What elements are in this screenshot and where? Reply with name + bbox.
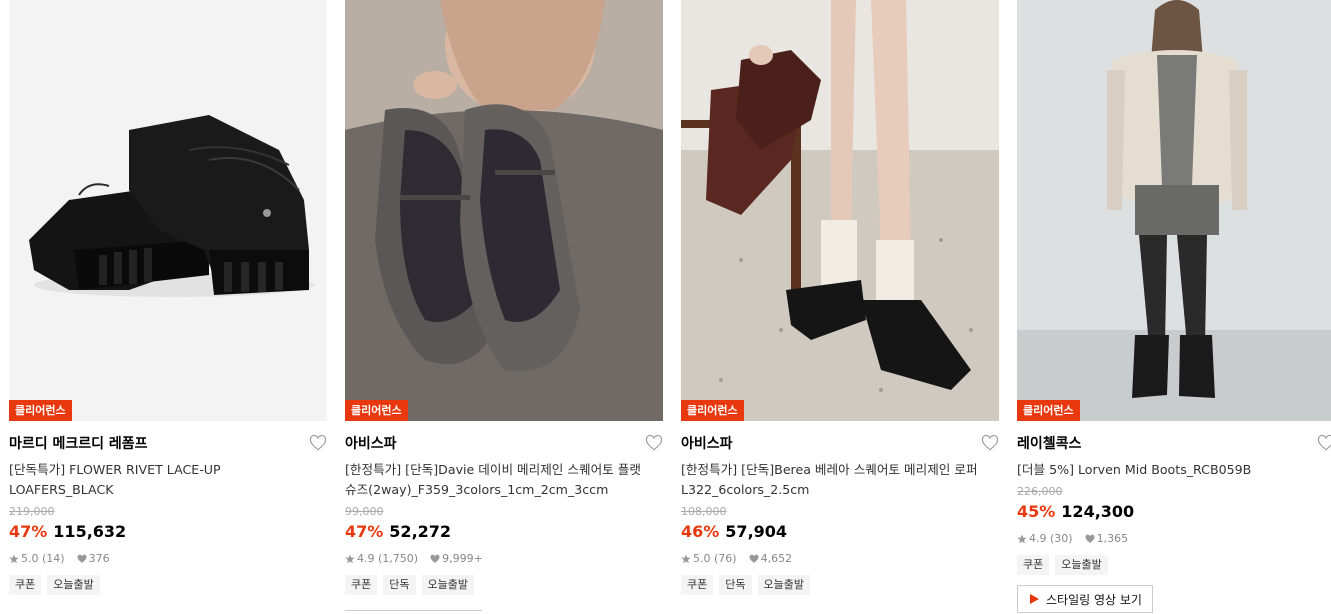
review-meta: 4.9 (1,750) 9,999+ [345, 551, 663, 567]
discount-rate: 47% [9, 522, 48, 541]
product-image[interactable]: 클리어런스 [345, 0, 663, 421]
product-card[interactable]: 클리어런스 아비스파 [한정특가] [단독]Berea 베레아 스퀘어토 메리제… [681, 0, 999, 595]
review-count: (76) [714, 552, 737, 565]
review-meta: 4.9 (30) 1,365 [1017, 531, 1331, 547]
brand-row: 아비스파 [681, 434, 999, 458]
boots-model-photo [1017, 0, 1331, 421]
heart-filled-icon [1085, 534, 1095, 543]
like-count: 9,999+ [442, 552, 483, 565]
product-grid: 클리어런스 마르디 메크르디 레폼프 [단독특가] FLOWER RIVET L… [0, 0, 1331, 614]
heart-filled-icon [77, 554, 87, 563]
divider [345, 610, 482, 611]
tag-today-ship: 오늘출발 [421, 575, 474, 595]
styling-video-label: 스타일링 영상 보기 [1046, 592, 1142, 607]
product-title[interactable]: [한정특가] [단독]Davie 데이비 메리제인 스퀘어토 플랫슈즈(2way… [345, 460, 645, 500]
review-count: (14) [42, 552, 65, 565]
rating-value: 5.0 [21, 552, 39, 565]
star-icon [681, 554, 691, 564]
product-image[interactable]: 클리어런스 [681, 0, 999, 421]
tag-exclusive: 단독 [383, 575, 416, 595]
original-price: 219,000 [9, 505, 55, 518]
price-row: 47% 52,272 [345, 522, 663, 542]
product-card[interactable]: 클리어런스 아비스파 [한정특가] [단독]Davie 데이비 메리제인 스퀘어… [345, 0, 663, 611]
heart-outline-icon[interactable] [645, 434, 663, 452]
original-price: 108,000 [681, 505, 727, 518]
tag-list: 쿠폰 오늘출발 [9, 575, 327, 595]
original-price: 226,000 [1017, 485, 1063, 498]
heart-filled-icon [430, 554, 440, 563]
rating-value: 5.0 [693, 552, 711, 565]
loafer-photo [9, 0, 327, 421]
brand-name[interactable]: 아비스파 [345, 434, 663, 454]
heart-outline-icon[interactable] [309, 434, 327, 452]
discount-rate: 46% [681, 522, 720, 541]
heart-outline-icon[interactable] [1317, 434, 1331, 452]
review-meta: 5.0 (76) 4,652 [681, 551, 999, 567]
review-count: (1,750) [378, 552, 419, 565]
tag-list: 쿠폰 단독 오늘출발 [345, 575, 663, 595]
tag-coupon: 쿠폰 [345, 575, 378, 595]
brand-row: 아비스파 [345, 434, 663, 458]
heart-outline-icon[interactable] [981, 434, 999, 452]
brand-name[interactable]: 마르디 메크르디 레폼프 [9, 434, 327, 454]
brand-row: 레이첼콕스 [1017, 434, 1331, 458]
tag-list: 쿠폰 오늘출발 [1017, 555, 1331, 575]
product-image[interactable]: 클리어런스 [1017, 0, 1331, 421]
product-card[interactable]: 클리어런스 마르디 메크르디 레폼프 [단독특가] FLOWER RIVET L… [9, 0, 327, 595]
product-title[interactable]: [한정특가] [단독]Berea 베레아 스퀘어토 메리제인 로퍼 L322_6… [681, 460, 981, 500]
price-row: 46% 57,904 [681, 522, 999, 542]
sale-price: 57,904 [725, 522, 788, 541]
product-title[interactable]: [더블 5%] Lorven Mid Boots_RCB059B [1017, 460, 1317, 480]
brand-name[interactable]: 레이첼콕스 [1017, 434, 1331, 454]
tag-today-ship: 오늘출발 [757, 575, 810, 595]
original-price: 99,000 [345, 505, 384, 518]
rating-value: 4.9 [1029, 532, 1047, 545]
tag-today-ship: 오늘출발 [47, 575, 100, 595]
product-image[interactable]: 클리어런스 [9, 0, 327, 421]
product-title[interactable]: [단독특가] FLOWER RIVET LACE-UP LOAFERS_BLAC… [9, 460, 309, 500]
styling-video-button[interactable]: 스타일링 영상 보기 [1017, 585, 1153, 613]
tag-today-ship: 오늘출발 [1055, 555, 1108, 575]
price-row: 47% 115,632 [9, 522, 327, 542]
like-count: 376 [88, 552, 110, 565]
clearance-badge: 클리어런스 [681, 400, 744, 421]
review-meta: 5.0 (14) 376 [9, 551, 327, 567]
price-row: 45% 124,300 [1017, 502, 1331, 522]
clearance-badge: 클리어런스 [1017, 400, 1080, 421]
star-icon [9, 554, 19, 564]
like-count: 4,652 [760, 552, 793, 565]
product-card[interactable]: 클리어런스 레이첼콕스 [더블 5%] Lorven Mid Boots_RCB… [1017, 0, 1331, 613]
sale-price: 115,632 [53, 522, 127, 541]
sale-price: 52,272 [389, 522, 452, 541]
discount-rate: 47% [345, 522, 384, 541]
play-icon [1030, 594, 1039, 604]
sale-price: 124,300 [1061, 502, 1135, 521]
heart-filled-icon [749, 554, 759, 563]
clearance-badge: 클리어런스 [345, 400, 408, 421]
discount-rate: 45% [1017, 502, 1056, 521]
tag-list: 쿠폰 단독 오늘출발 [681, 575, 999, 595]
clearance-badge: 클리어런스 [9, 400, 72, 421]
star-icon [345, 554, 355, 564]
brand-row: 마르디 메크르디 레폼프 [9, 434, 327, 458]
tag-exclusive: 단독 [719, 575, 752, 595]
tag-coupon: 쿠폰 [9, 575, 42, 595]
loafer-model-photo [681, 0, 999, 421]
rating-value: 4.9 [357, 552, 375, 565]
tag-coupon: 쿠폰 [681, 575, 714, 595]
flat-shoes-photo [345, 0, 663, 421]
like-count: 1,365 [1096, 532, 1129, 545]
brand-name[interactable]: 아비스파 [681, 434, 999, 454]
review-count: (30) [1050, 532, 1073, 545]
star-icon [1017, 534, 1027, 544]
tag-coupon: 쿠폰 [1017, 555, 1050, 575]
